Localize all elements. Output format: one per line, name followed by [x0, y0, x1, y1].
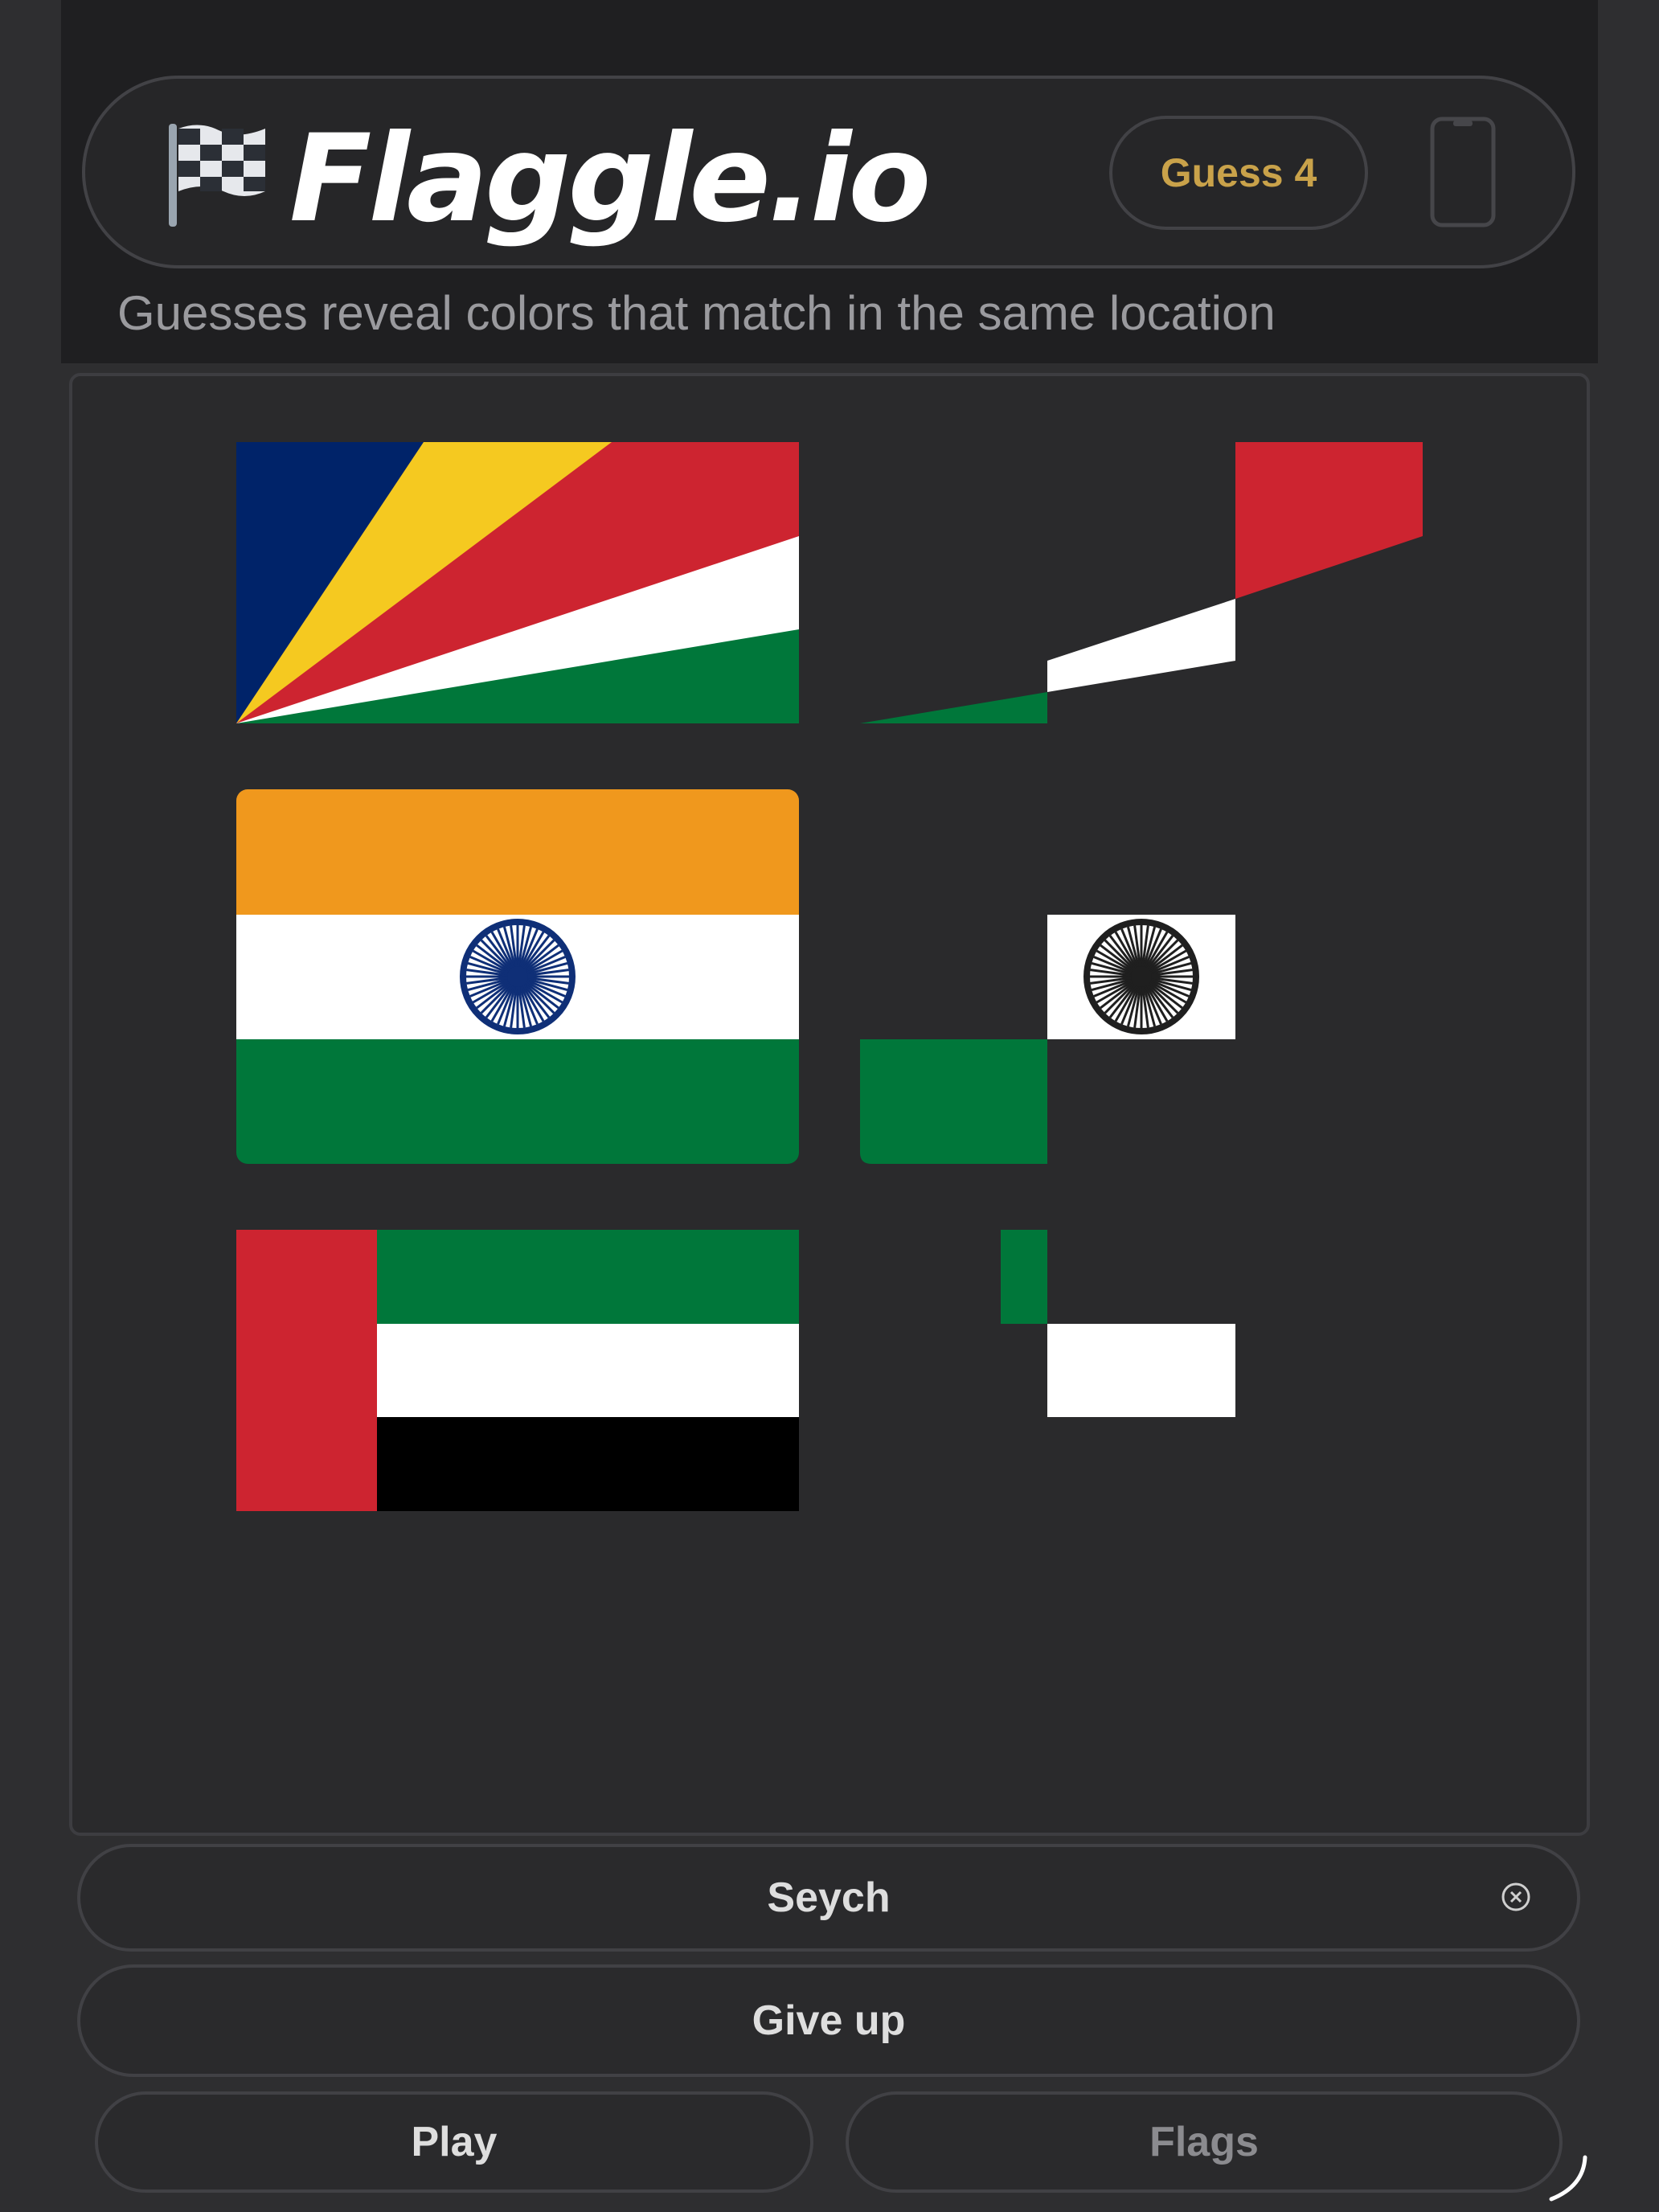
clear-circle-icon[interactable] — [1500, 1881, 1532, 1913]
give-up-label: Give up — [752, 1997, 906, 2044]
game-hint: Guesses reveal colors that match in the … — [117, 286, 1276, 340]
play-button[interactable]: Play — [95, 2091, 813, 2193]
flags-label: Flags — [1149, 2119, 1259, 2165]
play-label: Play — [411, 2119, 498, 2165]
app-title[interactable]: Flaggle.io — [289, 111, 931, 248]
revealed-flag-india — [860, 915, 1235, 1164]
phone-icon[interactable] — [1429, 116, 1497, 228]
revealed-flag-seychelles — [860, 442, 1423, 723]
guess-flag-uae — [236, 1230, 799, 1511]
guess-flag-india — [236, 789, 799, 1164]
loading-spinner-icon — [1549, 2155, 1587, 2202]
revealed-flag-uae — [1001, 1230, 1235, 1417]
checkered-flag-icon — [169, 124, 265, 227]
guess-counter-badge: Guess 4 — [1109, 116, 1368, 230]
country-search-input[interactable]: Seych — [77, 1844, 1580, 1952]
flags-button[interactable]: Flags — [846, 2091, 1563, 2193]
give-up-button[interactable]: Give up — [77, 1964, 1580, 2077]
guess-flag-seychelles — [236, 442, 799, 723]
search-input-value: Seych — [767, 1874, 891, 1921]
